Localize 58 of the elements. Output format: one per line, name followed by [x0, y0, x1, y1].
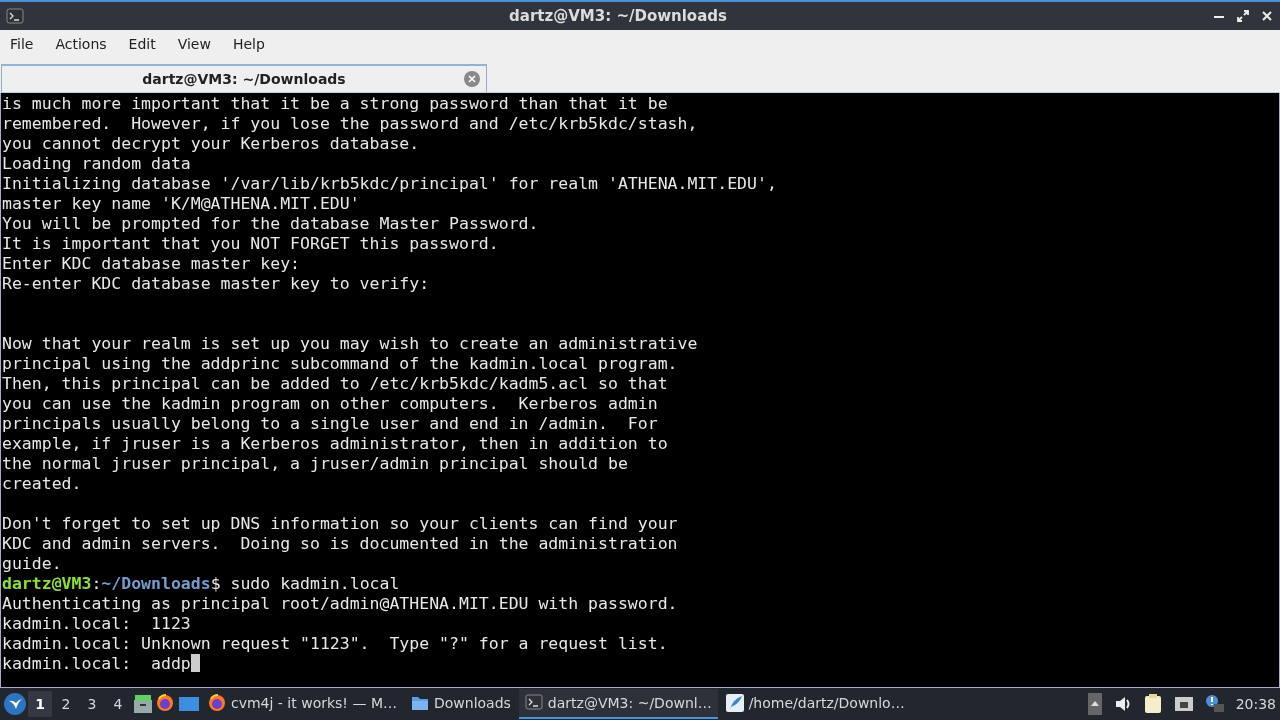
alert-icon[interactable] [1205, 695, 1224, 713]
folder-icon [410, 694, 429, 712]
browser-icon[interactable] [156, 694, 176, 714]
terminal-line: Initializing database '/var/lib/krb5kdc/principal' for realm 'ATHENA.MIT.EDU', [2, 174, 777, 193]
taskbar-button[interactable]: dartz@VM3: ~/Downl… [518, 689, 718, 719]
browser-icon [208, 694, 226, 712]
bird-logo-icon[interactable] [4, 693, 26, 715]
terminal-line: kadmin.local: 1123 [2, 614, 191, 633]
terminal-line: Now that your realm is set up you may wish to create an administrative [2, 334, 698, 353]
taskbar-button[interactable]: Downloads [404, 689, 517, 719]
terminal-line: KDC and admin servers. Doing so is documented in the administration [2, 534, 678, 553]
tab[interactable]: dartz@VM3: ~/Downloads [1, 64, 487, 92]
clock: 20:38 [1235, 696, 1276, 712]
terminal-line: kadmin.local: addp [2, 654, 191, 673]
menu-item[interactable]: View [171, 32, 217, 56]
feather-icon [725, 694, 744, 712]
terminal-line: principal using the addprinc subcommand of the kadmin.local program. [2, 354, 678, 373]
workspace-button[interactable]: 3 [80, 691, 104, 717]
terminal-line: Then, this principal can be added to /etc/krb5kdc/kadm5.acl so that [2, 374, 668, 393]
terminal-line: you cannot decrypt your Kerberos database. [2, 134, 420, 153]
terminal-line: you can use the kadmin program on other computers. Kerberos admin [2, 394, 658, 413]
file-cabinet-icon[interactable] [132, 694, 154, 714]
menu-item[interactable]: File [4, 32, 40, 56]
workspace-button[interactable]: 4 [106, 691, 130, 717]
terminal-line: You will be prompted for the database Master Password. [2, 214, 539, 233]
terminal-line: Authenticating as principal root/admin@ATHENA.MIT.EDU with password. [2, 594, 678, 613]
menu-item[interactable]: Edit [122, 32, 162, 56]
terminal-line: Enter KDC database master key: [2, 254, 300, 273]
terminal-line: Loading random data [2, 154, 191, 173]
terminal-line: Don't forget to set up DNS information so your clients can find your [2, 514, 678, 533]
workspace-button[interactable]: 1 [28, 691, 52, 717]
terminal-line: principals usually belong to a single user and end in /admin. For [2, 414, 658, 433]
terminal-line: remembered. However, if you lose the password and /etc/krb5kdc/stash, [2, 114, 698, 133]
speaker-icon[interactable] [1113, 695, 1132, 713]
window-title: dartz@VM3: ~/Downloads [508, 7, 728, 25]
terminal-line: is much more important that it be a strong password than that it be [2, 94, 668, 113]
maximize-icon[interactable] [1236, 9, 1250, 23]
terminal-line: dartz@VM3:~/Downloads$ sudo kadmin.local [2, 574, 400, 593]
workspace-button[interactable]: 2 [54, 691, 78, 717]
desktop-icon[interactable] [178, 695, 200, 713]
terminal-line: master key name 'K/M@ATHENA.MIT.EDU' [2, 194, 360, 213]
terminal-line: the normal jruser principal, a jruser/admin principal should be [2, 454, 628, 473]
terminal-line: example, if jruser is a Kerberos administrator, then in addition to [2, 434, 668, 453]
menu-item[interactable]: Help [226, 32, 271, 56]
terminal-line: guide. [2, 554, 62, 573]
taskbar-button[interactable]: /home/dartz/Downlo… [719, 689, 911, 719]
terminal-icon [6, 8, 24, 24]
terminal-line: It is important that you NOT FORGET this password. [2, 234, 499, 253]
close-icon[interactable] [1260, 9, 1274, 23]
menu-item[interactable]: Actions [49, 32, 113, 56]
taskbar-button[interactable]: cvm4j - it works! — M… [202, 689, 403, 719]
network-icon[interactable] [1173, 695, 1194, 713]
terminal-line: kadmin.local: Unknown request "1123". Type "?" for a request list. [2, 634, 668, 653]
clipboard-icon[interactable] [1143, 694, 1162, 714]
terminal-icon [524, 694, 543, 712]
cursor [190, 654, 200, 672]
terminal-line: created. [2, 474, 82, 493]
terminal-line: Re-enter KDC database master key to verify: [2, 274, 430, 293]
